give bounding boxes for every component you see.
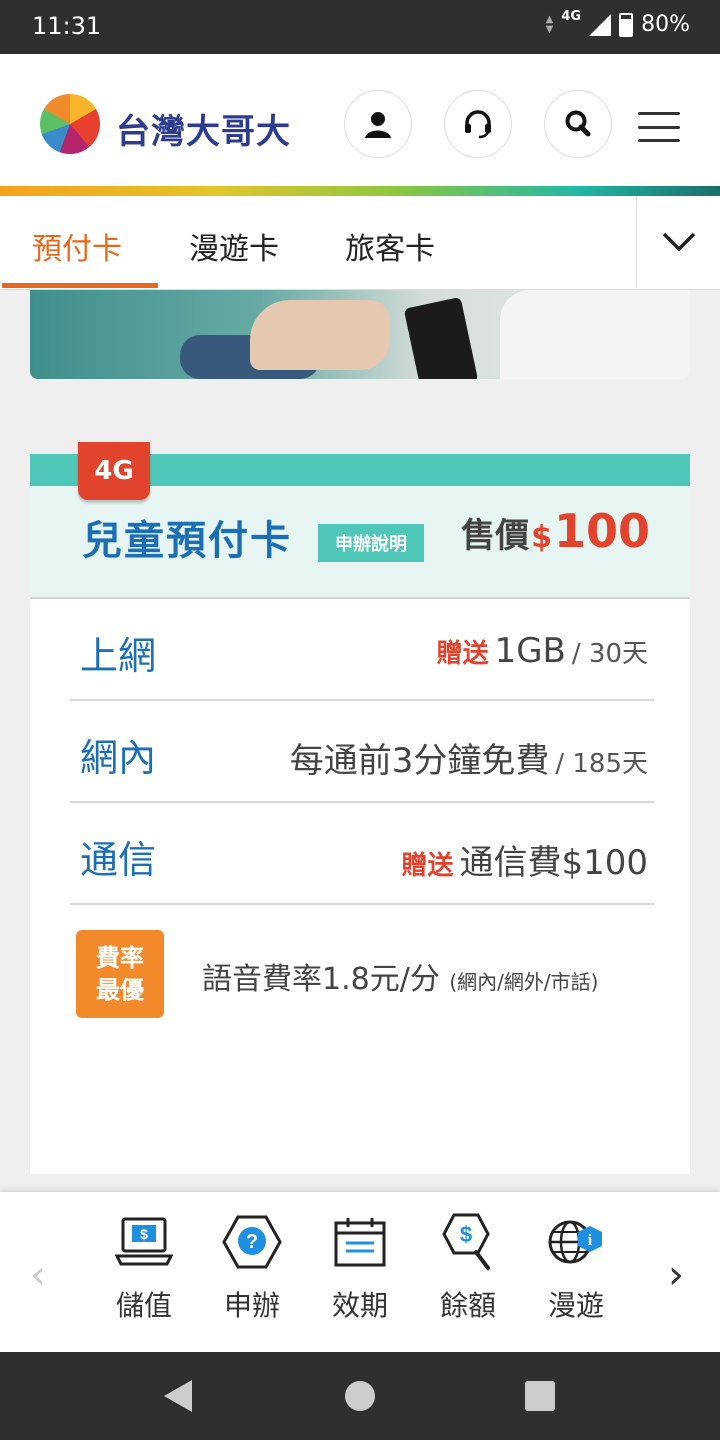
quick-menu-topup[interactable]: $ 儲值 bbox=[94, 1212, 194, 1324]
quick-menu-bar: ‹ $ 儲值 ? 申辦 效期 $ 餘額 i 漫遊 › bbox=[0, 1192, 720, 1352]
plan-row-call-credit: 通信 贈送 通信費$100 bbox=[70, 803, 654, 905]
price-value: 100 bbox=[553, 504, 650, 558]
quick-menu-roaming[interactable]: i 漫遊 bbox=[526, 1212, 626, 1324]
user-icon bbox=[365, 112, 391, 138]
menu-icon[interactable] bbox=[638, 112, 680, 142]
row-value: 每通前3分鐘免費 bbox=[289, 741, 550, 781]
quick-menu-balance[interactable]: $ 餘額 bbox=[418, 1212, 518, 1324]
row-value: 1GB bbox=[494, 631, 566, 671]
category-tabs: 預付卡 漫遊卡 旅客卡 bbox=[0, 196, 720, 290]
row-suffix: / 30天 bbox=[571, 639, 648, 669]
plan-card: 4G 兒童預付卡 申辦說明 售價 $ 100 上網 贈送 1GB / 30天 網… bbox=[30, 442, 690, 1174]
price-currency: $ bbox=[531, 520, 552, 555]
data-activity-icon: ▲ ▼ bbox=[545, 13, 554, 35]
tab-roaming[interactable]: 漫遊卡 bbox=[189, 224, 279, 268]
best-rate-badge: 費率 最優 bbox=[76, 930, 164, 1018]
svg-text:?: ? bbox=[246, 1231, 258, 1253]
price-label: 售價 bbox=[461, 516, 530, 556]
active-tab-indicator bbox=[2, 283, 158, 288]
gift-label: 贈送 bbox=[436, 639, 489, 669]
gift-label: 贈送 bbox=[401, 851, 454, 881]
plan-price: 售價 $ 100 bbox=[461, 504, 650, 558]
plan-row-data: 上網 贈送 1GB / 30天 bbox=[70, 599, 654, 701]
network-type: 4G bbox=[561, 9, 582, 24]
brand-name[interactable]: 台灣大哥大 bbox=[116, 104, 291, 153]
status-bar: 11:31 ▲ ▼ 4G 80% bbox=[0, 0, 720, 54]
signal-icon bbox=[589, 13, 612, 36]
globe-info-icon: i bbox=[546, 1212, 606, 1272]
search-icon bbox=[565, 110, 591, 137]
balance-search-icon: $ bbox=[438, 1212, 498, 1272]
quick-menu-apply[interactable]: ? 申辦 bbox=[202, 1212, 302, 1324]
search-button[interactable] bbox=[544, 90, 612, 158]
svg-text:i: i bbox=[588, 1232, 593, 1249]
tab-prepaid[interactable]: 預付卡 bbox=[32, 224, 122, 268]
laptop-dollar-icon: $ bbox=[114, 1212, 174, 1272]
row-value: 通信費$100 bbox=[459, 843, 648, 883]
row-label: 通信 bbox=[80, 838, 157, 882]
header-gradient-divider bbox=[0, 186, 720, 196]
battery-icon bbox=[619, 12, 634, 37]
home-icon[interactable] bbox=[345, 1381, 375, 1411]
tabs-expand-button[interactable] bbox=[636, 196, 720, 288]
svg-text:$: $ bbox=[460, 1222, 472, 1247]
plan-row-onnet: 網內 每通前3分鐘免費 / 185天 bbox=[70, 701, 654, 803]
quick-menu-next-button[interactable]: › bbox=[668, 1252, 684, 1298]
voice-rate-text: 語音費率1.8元/分 (網內/網外/市話) bbox=[202, 962, 599, 997]
calendar-icon bbox=[330, 1212, 390, 1272]
tab-traveler[interactable]: 旅客卡 bbox=[345, 224, 435, 268]
customer-service-button[interactable] bbox=[444, 90, 512, 158]
promo-banner-image[interactable] bbox=[30, 290, 690, 379]
headset-icon bbox=[465, 110, 491, 139]
svg-text:$: $ bbox=[140, 1226, 148, 1242]
row-label: 上網 bbox=[80, 634, 157, 678]
chevron-down-icon bbox=[662, 232, 695, 252]
status-time: 11:31 bbox=[32, 12, 102, 40]
voice-rate-note: (網內/網外/市話) bbox=[449, 970, 599, 994]
brand-logo-icon[interactable] bbox=[40, 94, 100, 154]
site-header: 台灣大哥大 bbox=[0, 54, 720, 188]
row-suffix: / 185天 bbox=[555, 749, 648, 779]
recent-apps-icon[interactable] bbox=[525, 1381, 555, 1411]
system-navigation-bar bbox=[0, 1352, 720, 1440]
row-label: 網內 bbox=[80, 736, 157, 780]
quick-menu-validity[interactable]: 效期 bbox=[310, 1212, 410, 1324]
plan-title: 兒童預付卡 bbox=[82, 518, 292, 564]
back-icon[interactable] bbox=[164, 1380, 192, 1412]
battery-percent: 80% bbox=[641, 12, 690, 37]
member-button[interactable] bbox=[344, 90, 412, 158]
status-icons: ▲ ▼ 4G 80% bbox=[545, 9, 690, 37]
question-hexagon-icon: ? bbox=[222, 1212, 282, 1272]
quick-menu-prev-button[interactable]: ‹ bbox=[30, 1252, 46, 1298]
apply-info-button[interactable]: 申辦說明 bbox=[318, 524, 424, 562]
